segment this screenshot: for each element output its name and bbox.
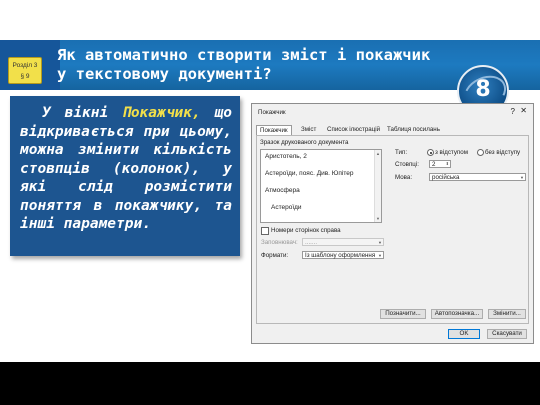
explanation-start: У вікні [42, 105, 123, 121]
page-numbers-right-checkbox[interactable] [261, 227, 269, 235]
help-icon[interactable]: ? [511, 107, 515, 116]
leader-label: Заповнювач: [261, 239, 298, 246]
columns-stepper[interactable]: 2 ⬍ [429, 160, 451, 168]
explanation-highlight: Покажчик, [122, 105, 201, 121]
explanation-text: У вікні Покажчик, що відкривається при ц… [10, 96, 240, 234]
tab-illustrations[interactable]: Список ілюстрацій [324, 125, 383, 135]
language-value: російська [432, 174, 460, 181]
scroll-down-icon[interactable]: ▼ [375, 216, 381, 221]
scroll-up-icon[interactable]: ▲ [375, 151, 381, 156]
explanation-rest: що відкривається при цьому, можна змінит… [20, 105, 232, 232]
automark-button[interactable]: Автопозначка... [431, 309, 483, 319]
leader-value: ....... [305, 239, 318, 246]
language-select[interactable]: російська ▼ [429, 173, 526, 181]
chevron-down-icon: ▼ [520, 175, 524, 180]
stepper-arrows-icon[interactable]: ⬍ [446, 160, 449, 167]
section-badge-line1: Розділ 3 [12, 62, 38, 69]
dialog-title: Покажчик [258, 109, 286, 116]
letterbox-bottom [0, 362, 540, 405]
section-badge: Розділ 3 § 9 [8, 57, 42, 84]
ok-button[interactable]: OK [448, 329, 480, 339]
page-numbers-right-label: Номери сторінок справа [271, 227, 341, 234]
preview-label: Зразок друкованого документа [260, 139, 349, 146]
leader-select[interactable]: ....... ▼ [302, 238, 384, 246]
type-runin-radio[interactable] [477, 149, 484, 156]
slide: Розділ 3 § 9 Як автоматично створити змі… [0, 0, 540, 405]
formats-select[interactable]: Із шаблону оформлення ▼ [302, 251, 384, 259]
type-indented-label: з відступом [435, 149, 468, 156]
preview-line: Астероїди [271, 204, 302, 211]
preview-scrollbar[interactable]: ▲ ▼ [374, 150, 381, 222]
language-label: Мова: [395, 174, 413, 181]
cancel-button[interactable]: Скасувати [487, 329, 527, 339]
formats-value: Із шаблону оформлення [305, 252, 376, 259]
chevron-down-icon: ▼ [378, 253, 382, 258]
modify-button[interactable]: Змінити... [488, 309, 526, 319]
type-label: Тип: [395, 149, 408, 156]
index-tab-panel: Зразок друкованого документа Аристотель,… [256, 135, 529, 324]
print-preview: Аристотель, 2 Астероїди, пояс. Див. Юпіт… [260, 149, 382, 223]
preview-line: Астероїди, пояс. Див. Юпітер [265, 170, 354, 177]
section-badge-line2: § 9 [20, 73, 30, 80]
columns-label: Стовпці: [395, 161, 419, 168]
close-icon[interactable]: ✕ [520, 106, 527, 115]
preview-line: Атмосфера [265, 187, 300, 194]
formats-label: Формати: [261, 252, 289, 259]
columns-value: 2 [432, 161, 436, 168]
tab-contents[interactable]: Зміст [298, 125, 319, 135]
preview-line: Аристотель, 2 [265, 153, 307, 160]
chevron-down-icon: ▼ [378, 240, 382, 245]
index-dialog: Покажчик ? ✕ Покажчик Зміст Список ілюст… [251, 103, 534, 344]
type-runin-label: без відступу [485, 149, 521, 156]
grade-number: 8 [475, 77, 491, 102]
tab-citations[interactable]: Таблиця посилань [384, 125, 443, 135]
explanation-box: У вікні Покажчик, що відкривається при ц… [10, 96, 240, 256]
type-indented-radio[interactable] [427, 149, 434, 156]
slide-title: Як автоматично створити зміст і покажчик… [57, 46, 431, 83]
mark-entry-button[interactable]: Позначити... [380, 309, 426, 319]
